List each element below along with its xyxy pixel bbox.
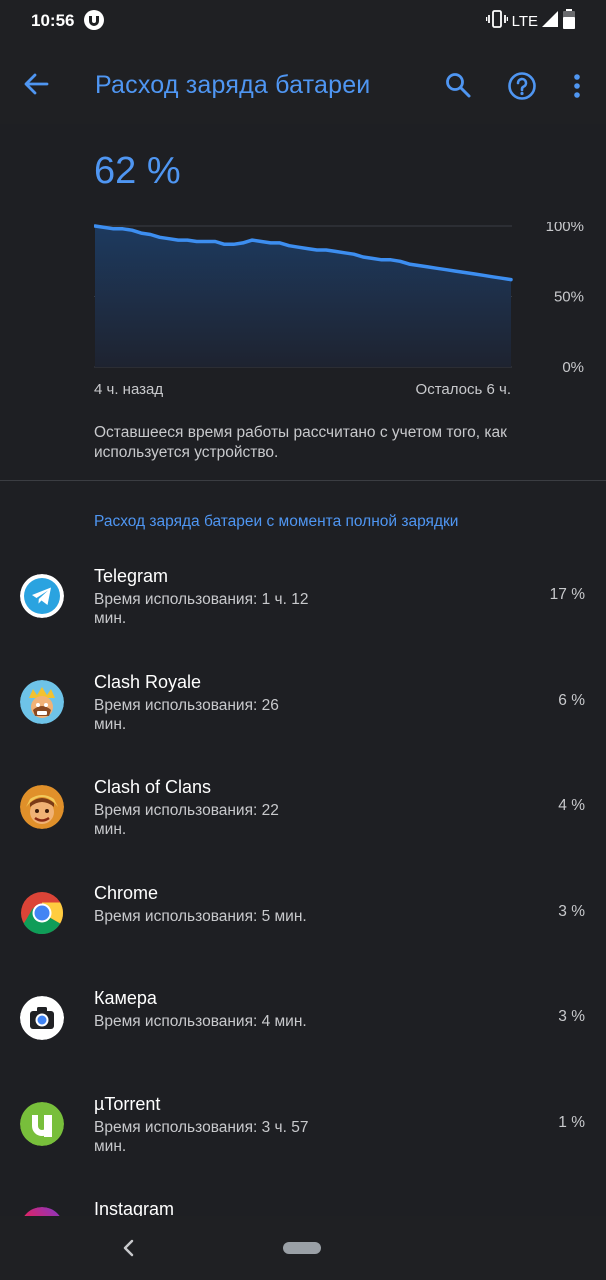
signal-icon — [542, 10, 558, 32]
status-time: 10:56 — [31, 11, 75, 30]
status-bar: 10:56 LTE — [0, 0, 606, 44]
app-usage-time: Время использования: 3 ч. 57 мин. — [94, 1118, 309, 1155]
app-battery-percent: 6 % — [558, 691, 585, 709]
estimate-note: Оставшееся время работы рассчитано с уче… — [94, 424, 507, 461]
telegram-icon — [20, 574, 64, 618]
app-usage-row[interactable]: Clash Royale Время использования: 26 мин.… — [0, 670, 606, 776]
clash-royale-icon — [20, 679, 64, 724]
clash-of-clans-icon — [20, 785, 64, 829]
more-vert-icon[interactable] — [567, 72, 587, 100]
chart-y-tick-label: 0% — [562, 359, 584, 376]
app-battery-percent: 3 % — [558, 1008, 585, 1025]
app-name: Chrome — [94, 882, 159, 903]
battery-percent: 62 % — [94, 150, 181, 192]
app-usage-row[interactable]: Камера Время использования: 4 мин. 3 % — [0, 986, 606, 1092]
app-usage-list: Telegram Время использования: 1 ч. 12 мин… — [0, 564, 606, 1216]
search-icon[interactable] — [444, 71, 472, 99]
chart-y-tick-label: 50% — [554, 289, 584, 306]
app-usage-row[interactable]: Clash of Clans Время использования: 22 ми… — [0, 775, 606, 881]
nav-home-pill[interactable] — [283, 1242, 321, 1254]
section-divider — [0, 480, 606, 481]
app-usage-time: Время использования: 22 мин. — [94, 802, 279, 838]
app-usage-time: Время использования: 1 ч. 12 мин. — [94, 591, 309, 627]
section-title: Расход заряда батареи с момента полной з… — [94, 513, 459, 530]
app-battery-percent: 3 % — [558, 902, 585, 920]
navigation-bar — [0, 1216, 606, 1280]
utorrent-notification-icon — [84, 10, 104, 30]
app-name: Telegram — [94, 566, 169, 586]
app-usage-time: Время использования: 26 мин. — [94, 696, 279, 733]
battery-icon — [562, 8, 576, 34]
nav-back-icon[interactable] — [120, 1238, 138, 1258]
arrow-back-icon[interactable] — [22, 70, 50, 98]
app-name: Камера — [94, 988, 157, 1008]
app-battery-percent: 17 % — [549, 586, 585, 603]
utorrent-icon — [20, 1101, 64, 1146]
app-usage-time: Время использования: 5 мин. — [94, 907, 307, 925]
chart-y-tick-label: 100% — [546, 222, 584, 235]
app-bar: Расход заряда батареи — [0, 44, 606, 124]
camera-icon — [20, 996, 64, 1040]
page-title: Расход заряда батареи — [95, 71, 371, 99]
chrome-icon — [20, 891, 64, 935]
app-name: Clash of Clans — [94, 777, 212, 797]
app-usage-time: Время использования: 4 мин. — [94, 1013, 307, 1030]
status-icons: LTE — [485, 8, 576, 34]
app-name: Instagram — [94, 1199, 175, 1216]
network-type: LTE — [511, 12, 538, 30]
help-circle-icon[interactable] — [507, 71, 537, 101]
battery-usage-content: 62 % 100% 50% 0% 4 ч. назад Осталось 6 ч. … — [0, 124, 606, 1280]
app-battery-percent: 1 % — [558, 1113, 585, 1131]
app-battery-percent: 4 % — [558, 797, 585, 814]
instagram-icon — [20, 1207, 64, 1216]
app-name: µTorrent — [94, 1093, 161, 1114]
app-usage-row[interactable]: Instagram — [0, 1197, 606, 1216]
vibrate-icon — [485, 9, 508, 33]
chart-x-label-start: 4 ч. назад — [94, 381, 164, 398]
app-name: Clash Royale — [94, 671, 202, 692]
app-usage-row[interactable]: µTorrent Время использования: 3 ч. 57 мин… — [0, 1092, 606, 1198]
app-usage-row[interactable]: Telegram Время использования: 1 ч. 12 мин… — [0, 564, 606, 670]
app-usage-row[interactable]: Chrome Время использования: 5 мин. 3 % — [0, 881, 606, 987]
battery-chart: 100% 50% 0% — [94, 222, 584, 376]
chart-x-label-end: Осталось 6 ч. — [415, 381, 511, 398]
